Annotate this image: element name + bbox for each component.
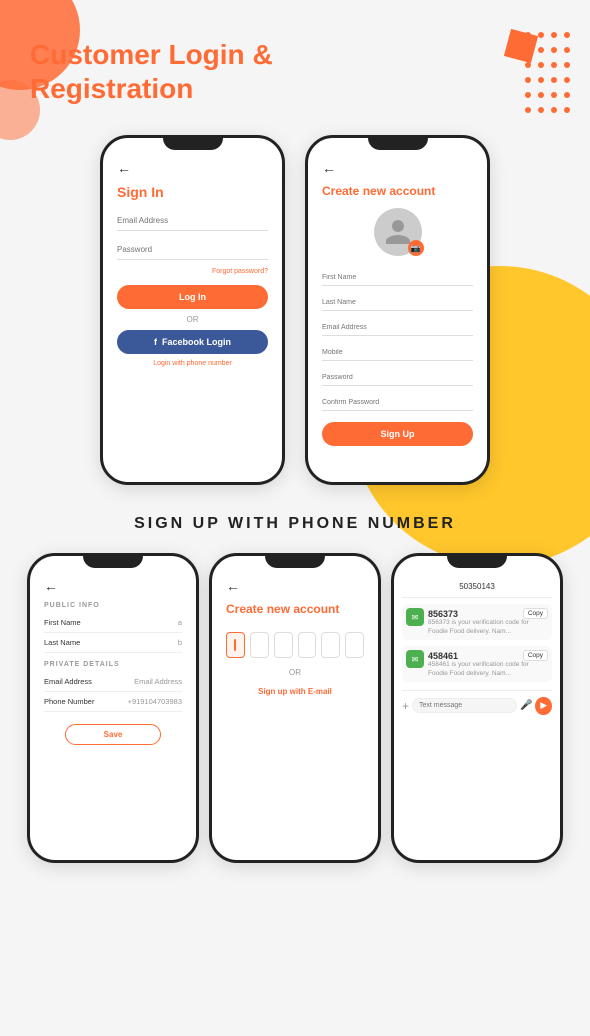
email-field[interactable] <box>117 211 268 231</box>
first-name-row: First Name a <box>44 613 182 633</box>
sms-send-button[interactable]: ▶ <box>535 697 552 715</box>
private-details-label: PRIVATE DETAILS <box>44 661 182 668</box>
or-label-otp: OR <box>226 668 364 677</box>
sms-add-icon[interactable]: + <box>402 699 409 713</box>
create-account-title: Create new account <box>322 184 473 198</box>
page-title: Customer Login & Registration <box>30 38 560 105</box>
avatar-circle: 📷 <box>374 208 422 256</box>
password-field[interactable] <box>117 240 268 260</box>
phone-notch-1 <box>163 138 223 150</box>
otp-box-1[interactable] <box>226 632 245 658</box>
sms-app-icon-1: ✉ <box>406 608 424 626</box>
sms-item-1: ✉ 856373 Copy 856373 is your verificatio… <box>402 604 552 640</box>
otp-box-3[interactable] <box>274 632 293 658</box>
phones-row-1: ← Sign In Forgot password? Log In OR f F… <box>0 115 590 495</box>
mobile-field[interactable] <box>322 345 473 361</box>
email-signup-link[interactable]: Sign up with E-mail <box>226 687 364 696</box>
copy-button-1[interactable]: Copy <box>523 608 548 619</box>
or-divider-1: OR <box>117 315 268 324</box>
signin-screen: ← Sign In Forgot password? Log In OR f F… <box>103 138 282 482</box>
camera-icon[interactable]: 📷 <box>408 240 424 256</box>
first-name-label: First Name <box>44 618 81 627</box>
sms-item-2: ✉ 458461 Copy 458461 is your verificatio… <box>402 646 552 682</box>
phone-signin: ← Sign In Forgot password? Log In OR f F… <box>100 135 285 485</box>
first-name-value: a <box>178 618 182 627</box>
sms-code-2: 458461 <box>428 651 458 661</box>
last-name-row: Last Name b <box>44 633 182 653</box>
copy-button-2[interactable]: Copy <box>523 650 548 661</box>
phone-notch-2 <box>368 138 428 150</box>
otp-box-5[interactable] <box>321 632 340 658</box>
phone-label-p: Phone Number <box>44 697 94 706</box>
phone-value-p: +919104703983 <box>128 697 182 706</box>
otp-screen: ← Create new account OR Sign up with E-m… <box>212 556 378 860</box>
phone-notch-4 <box>265 556 325 568</box>
login-button[interactable]: Log In <box>117 285 268 309</box>
facebook-icon: f <box>154 337 157 347</box>
register-password-field[interactable] <box>322 370 473 386</box>
otp-box-4[interactable] <box>298 632 317 658</box>
avatar-area: 📷 <box>322 208 473 256</box>
sms-input-row: + 🎤 ▶ <box>402 690 552 715</box>
otp-box-2[interactable] <box>250 632 269 658</box>
phone-notch-5 <box>447 556 507 568</box>
forgot-password-link[interactable]: Forgot password? <box>117 268 268 275</box>
last-name-label: Last Name <box>44 638 80 647</box>
header: Customer Login & Registration <box>0 0 590 115</box>
email-label-p: Email Address <box>44 677 92 686</box>
sms-content-1: 856373 Copy 856373 is your verification … <box>428 608 548 636</box>
save-button[interactable]: Save <box>65 724 162 745</box>
signin-title: Sign In <box>117 184 268 200</box>
phone-login-link[interactable]: Login with phone number <box>117 360 268 367</box>
otp-boxes-container <box>226 632 364 658</box>
phones-row-2: ← PUBLIC INFO First Name a Last Name b P… <box>0 543 590 893</box>
first-name-field[interactable] <box>322 270 473 286</box>
sms-screen: 50350143 ✉ 856373 Copy 856373 is your ve… <box>394 556 560 860</box>
phone-sms: 50350143 ✉ 856373 Copy 856373 is your ve… <box>391 553 563 863</box>
signup-button[interactable]: Sign Up <box>322 422 473 446</box>
phone-profile: ← PUBLIC INFO First Name a Last Name b P… <box>27 553 199 863</box>
send-arrow-icon: ▶ <box>540 700 547 711</box>
last-name-value: b <box>178 638 182 647</box>
back-arrow-4[interactable]: ← <box>226 578 364 594</box>
confirm-password-field[interactable] <box>322 395 473 411</box>
back-arrow-2[interactable]: ← <box>322 160 473 176</box>
avatar-person-icon <box>383 217 413 247</box>
back-arrow-1[interactable]: ← <box>117 160 268 176</box>
sms-app-icon-2: ✉ <box>406 650 424 668</box>
sms-content-2: 458461 Copy 458461 is your verification … <box>428 650 548 678</box>
last-name-field[interactable] <box>322 295 473 311</box>
email-address-field[interactable] <box>322 320 473 336</box>
register-screen: ← Create new account 📷 Sign Up <box>308 138 487 482</box>
otp-cursor-icon <box>230 639 240 651</box>
section-phone-title: SIGN UP WITH PHONE NUMBER <box>0 495 590 543</box>
sms-text-1: 856373 is your verification code for Foo… <box>428 619 548 636</box>
sms-text-2: 458461 is your verification code for Foo… <box>428 661 548 678</box>
otp-create-title: Create new account <box>226 602 364 616</box>
sms-code-1: 856373 <box>428 609 458 619</box>
phone-register: ← Create new account 📷 Sign Up <box>305 135 490 485</box>
email-row: Email Address Email Address <box>44 672 182 692</box>
phone-notch-3 <box>83 556 143 568</box>
sms-mic-icon[interactable]: 🎤 <box>520 700 532 711</box>
facebook-login-button[interactable]: f Facebook Login <box>117 330 268 354</box>
otp-box-6[interactable] <box>345 632 364 658</box>
profile-screen: ← PUBLIC INFO First Name a Last Name b P… <box>30 556 196 860</box>
phone-otp: ← Create new account OR Sign up with E-m… <box>209 553 381 863</box>
back-arrow-3[interactable]: ← <box>44 578 182 594</box>
sms-message-input[interactable] <box>412 698 517 713</box>
sms-phone-number: 50350143 <box>402 574 552 598</box>
public-info-label: PUBLIC INFO <box>44 602 182 609</box>
phone-row: Phone Number +919104703983 <box>44 692 182 712</box>
email-value-p: Email Address <box>134 677 182 686</box>
